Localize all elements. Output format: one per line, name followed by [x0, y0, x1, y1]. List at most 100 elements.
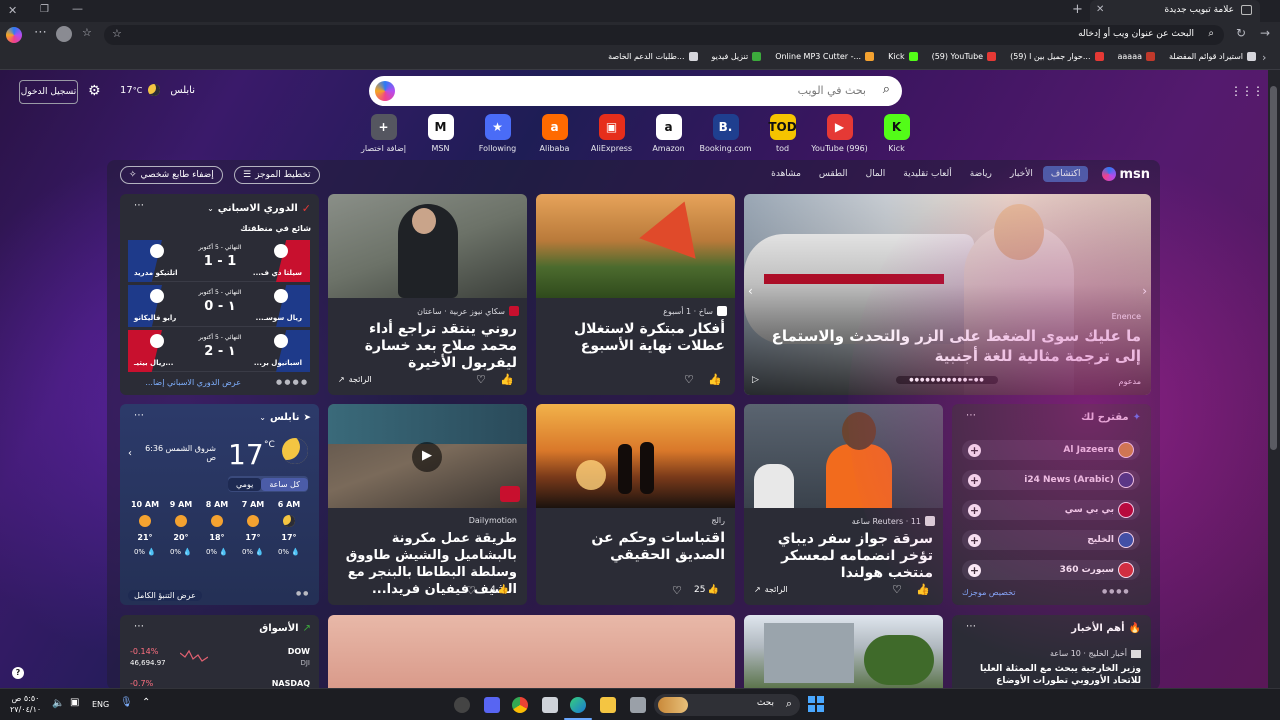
file-explorer-icon[interactable]	[600, 697, 616, 713]
minimize-window-icon[interactable]: —	[72, 2, 83, 15]
active-tab[interactable]: ✕ علامة تبويب جديدة	[1090, 0, 1260, 22]
like-button[interactable]: 4 👍	[490, 585, 509, 595]
bookmark-item[interactable]: تنزيل فيديو	[712, 52, 762, 61]
bookmark-item[interactable]: (59) حوار جميل بين ا...	[1010, 52, 1104, 61]
bookmark-item[interactable]: استيراد قوائم المفضلة	[1169, 52, 1256, 61]
bookmark-item[interactable]: Online MP3 Cutter -...	[775, 52, 875, 61]
top-news-headline[interactable]: وزير الخارجية يبحث مع الممثلة العليا للا…	[961, 663, 1141, 688]
profile-avatar[interactable]	[56, 26, 72, 42]
tray-chevron-icon[interactable]: ⌃	[142, 697, 150, 708]
quicklink-9[interactable]: M MSN	[412, 114, 469, 153]
help-icon[interactable]: ?	[12, 667, 24, 679]
follow-plus-icon[interactable]: +	[968, 443, 981, 457]
close-tab-icon[interactable]: ✕	[1096, 4, 1104, 15]
store-icon[interactable]	[542, 697, 558, 713]
top-news-more-icon[interactable]: ⋯	[966, 621, 976, 632]
weather-header[interactable]: ➤ نابلس ⌄	[259, 412, 311, 423]
scrollbar-thumb[interactable]	[1270, 86, 1277, 450]
match-row[interactable]: النهائي - 5 أكتوبر 1 - 1 اتلتيكو مدريد سيلت…	[128, 240, 310, 282]
like-icon[interactable]: 👍	[500, 373, 514, 386]
nav-tab[interactable]: الطقس	[811, 166, 856, 182]
like-icon[interactable]: 👍	[708, 373, 722, 386]
suggested-channel[interactable]: + الخليج	[962, 530, 1140, 550]
sports-more-icon[interactable]: ⋯	[134, 200, 144, 211]
market-row-dow[interactable]: DOW DJI -0.14% 46,694.97	[130, 645, 310, 671]
weather-prev-icon[interactable]: ‹	[128, 448, 132, 459]
quicklink-3[interactable]: TOD tod	[754, 114, 811, 153]
task-view-icon[interactable]	[630, 697, 646, 713]
suggested-more-icon[interactable]: ⋯	[966, 410, 976, 421]
weather-card[interactable]: ➤ نابلس ⌄ ⋯ 17 °C شروق الشمس 6:36 ص ‹ يو…	[120, 404, 319, 605]
dislike-icon[interactable]: ♡	[466, 584, 476, 597]
like-icon[interactable]: 👍	[916, 583, 930, 596]
quicklink-7[interactable]: a Alibaba	[526, 114, 583, 153]
follow-plus-icon[interactable]: +	[968, 503, 981, 517]
nav-tab[interactable]: المال	[858, 166, 894, 182]
system-clock[interactable]: ٥:٥٠ ص ٢٧/٠٤/١٠	[10, 693, 41, 715]
microphone-icon[interactable]: 🎙	[120, 697, 133, 708]
suggested-channel[interactable]: + i24 News (Arabic)	[962, 470, 1140, 490]
header-weather[interactable]: 17°C نابلس	[120, 84, 195, 96]
suggested-channel[interactable]: + سبورت 360	[962, 560, 1140, 580]
quicklink-4[interactable]: B. Booking.com	[697, 114, 754, 153]
nav-tab[interactable]: الأخبار	[1002, 166, 1041, 182]
nav-tab[interactable]: اكتشاف	[1042, 166, 1089, 182]
volume-icon[interactable]: 🔈	[52, 698, 64, 709]
markets-more-icon[interactable]: ⋯	[134, 621, 144, 632]
login-button[interactable]: تسجيل الدخول	[19, 80, 78, 104]
weather-more-icon[interactable]: ⋯	[134, 410, 144, 421]
match-row[interactable]: النهائي - 5 أكتوبر 0 - ١ رايو فاليكانو ريال…	[128, 285, 310, 327]
tab-daily[interactable]: يومي	[228, 477, 262, 491]
news-card-image-large[interactable]	[328, 615, 735, 688]
customize-feed-link[interactable]: تخصيص موجزك	[962, 588, 1015, 597]
msn-logo[interactable]: msn	[1102, 167, 1150, 182]
video-play-icon[interactable]: ▶	[422, 448, 432, 463]
feed-layout-button[interactable]: ☰ تخطيط الموجز	[234, 166, 320, 184]
quicklink-8[interactable]: ★ Following	[469, 114, 526, 153]
like-button[interactable]: 25 👍	[694, 585, 719, 595]
collections-icon[interactable]: ☆	[82, 26, 92, 39]
follow-plus-icon[interactable]: +	[968, 533, 981, 547]
bookmark-item[interactable]: طلبات الدعم الخاصة...	[608, 52, 698, 61]
news-card-building[interactable]	[744, 615, 943, 688]
bookmarks-more-icon[interactable]: ›	[1262, 51, 1266, 64]
language-indicator[interactable]: ENG	[92, 700, 109, 709]
hero-prev-icon[interactable]: ‹	[748, 284, 753, 298]
copilot-search-icon[interactable]	[375, 81, 395, 101]
follow-plus-icon[interactable]: +	[968, 473, 981, 487]
news-card-salah[interactable]: سكاي نيوز عربية · ساعتان روني ينتقد تراج…	[328, 194, 527, 395]
forward-icon[interactable]: →	[1260, 26, 1270, 40]
new-tab-icon[interactable]: +	[1072, 2, 1083, 17]
personalize-button[interactable]: ✧ إضفاء طابع شخصي	[120, 166, 223, 184]
nav-tab[interactable]: ألعاب تقليدية	[895, 166, 959, 182]
taskbar-search[interactable]: بحث ⌕	[654, 694, 800, 716]
hero-ad-card[interactable]: ‹ › Enence ما عليك سوى الضغط على الزر وا…	[744, 194, 1151, 395]
suggested-channel[interactable]: + بي بي سي	[962, 500, 1140, 520]
dislike-icon[interactable]: ♡	[672, 584, 682, 597]
news-card-depay[interactable]: Reuters · 11 ساعة سرقة جواز سفر ديباي تؤ…	[744, 404, 943, 605]
bookmark-item[interactable]: aaaaa	[1118, 52, 1156, 61]
refresh-icon[interactable]: ↻	[1236, 26, 1246, 40]
settings-gear-icon[interactable]: ⚙	[88, 83, 101, 99]
news-card-friendship[interactable]: رالج اقتباسات وحكم عن الصديق الحقيقي ♡ 2…	[536, 404, 735, 605]
bookmark-item[interactable]: (59) YouTube	[932, 52, 997, 61]
close-window-icon[interactable]: ✕	[8, 4, 17, 17]
full-forecast-link[interactable]: عرض التنبؤ الكامل	[128, 590, 202, 601]
match-row[interactable]: النهائي - 5 أكتوبر 2 - ١ ريال بيتيـ... اسبا…	[128, 330, 310, 372]
news-card-weekend[interactable]: ساخ · 1 أسبوع أفكار مبتكرة لاستغلال عطلا…	[536, 194, 735, 395]
quicklink-5[interactable]: a Amazon	[640, 114, 697, 153]
bookmark-item[interactable]: Kick	[888, 52, 918, 61]
network-icon[interactable]: ▣	[70, 697, 79, 708]
quicklink-10[interactable]: + إضافة اختصار	[355, 114, 412, 153]
hero-next-icon[interactable]: ›	[1142, 284, 1147, 298]
nav-tab[interactable]: مشاهدة	[763, 166, 809, 182]
suggested-channel[interactable]: + Al Jazeera	[962, 440, 1140, 460]
windows-start-icon[interactable]	[808, 696, 824, 712]
nav-tab[interactable]: رياضة	[962, 166, 1000, 182]
taskbar-app-icon[interactable]	[454, 697, 470, 713]
tab-hourly[interactable]: كل ساعة	[261, 477, 308, 491]
discord-icon[interactable]	[484, 697, 500, 713]
quicklink-6[interactable]: ▣ AliExpress	[583, 114, 640, 153]
market-row-nasdaq[interactable]: NASDAQ -0.7%	[130, 677, 310, 688]
address-input[interactable]: ☆ ⌕ البحث عن عنوان ويب أو إدخاله	[104, 25, 1224, 45]
